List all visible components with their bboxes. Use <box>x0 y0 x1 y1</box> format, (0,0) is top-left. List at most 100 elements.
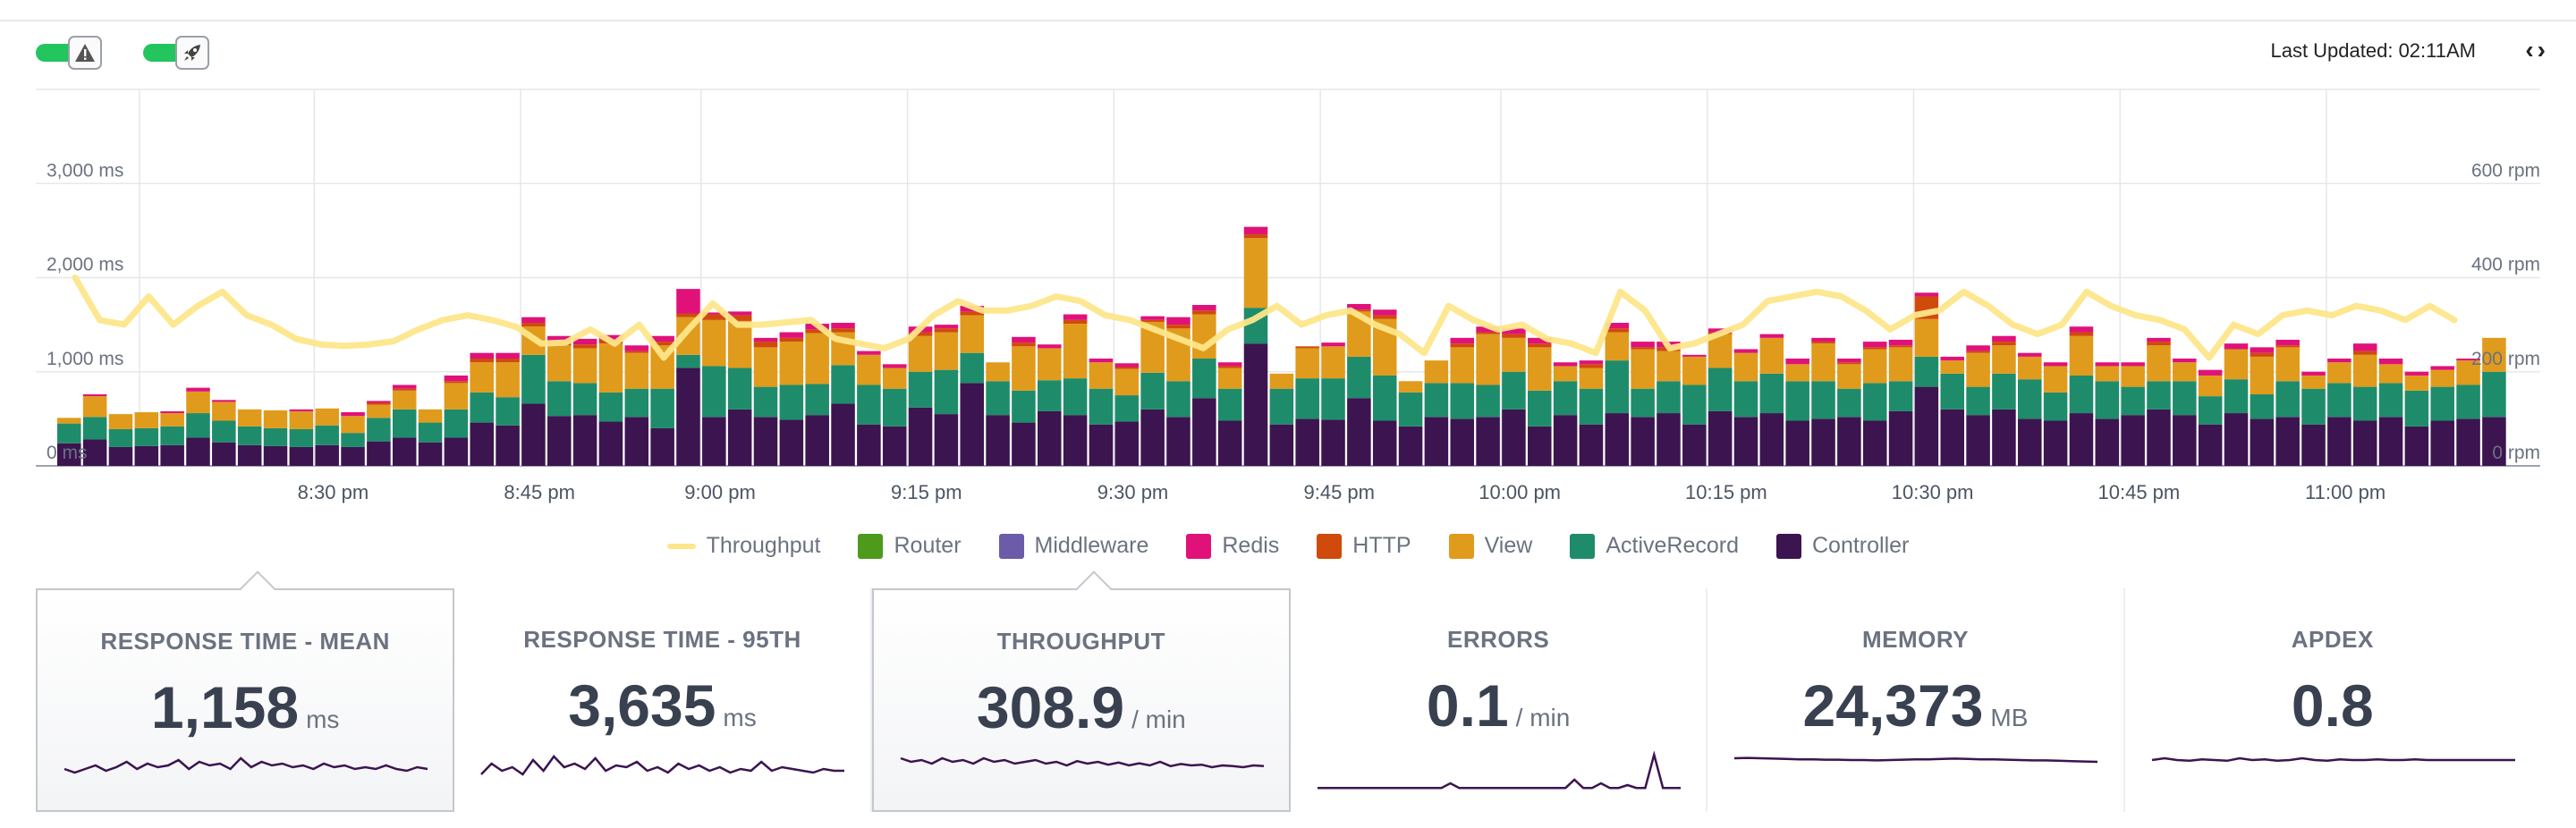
legend-label: ActiveRecord <box>1606 533 1739 558</box>
sparkline-path <box>64 756 428 774</box>
metric-card-response-time-mean[interactable]: RESPONSE TIME - MEAN 1,158 ms <box>36 570 455 812</box>
bar-segment-activerecord <box>1759 373 1784 414</box>
bar-segment-activerecord <box>1605 360 1630 414</box>
legend-item-http[interactable]: HTTP <box>1317 533 1411 559</box>
bar-segment-view <box>1553 366 1578 382</box>
bar-segment-redis <box>82 394 107 397</box>
bar-segment-activerecord <box>160 426 184 445</box>
bar-segment-view <box>2378 364 2403 384</box>
legend-item-controller[interactable]: Controller <box>1776 533 1909 559</box>
bar-segment-http <box>934 328 959 333</box>
metric-unit: / min <box>1515 704 1571 731</box>
metric-value: 0.8 <box>2291 672 2374 739</box>
bar-segment-controller <box>2095 418 2120 466</box>
metric-card-title: MEMORY <box>1861 626 1969 653</box>
bar-segment-controller <box>598 421 623 466</box>
bar-segment-view <box>237 409 262 427</box>
y-right-tick-label: 400 rpm <box>2471 255 2540 275</box>
active-card-notch <box>1075 570 1112 606</box>
bar-segment-view <box>2069 335 2094 376</box>
bar-segment-activerecord <box>1914 356 1939 387</box>
bar-segment-view <box>1862 349 1887 384</box>
bar-segment-redis <box>2173 359 2197 363</box>
bar-segment-controller <box>1579 424 1604 466</box>
bar-segment-activerecord <box>1450 383 1475 419</box>
bar-segment-activerecord <box>1837 388 1861 418</box>
bar-segment-activerecord <box>392 409 417 438</box>
x-tick-label: 11:00 pm <box>2305 481 2385 503</box>
bar-segment-activerecord <box>212 420 236 443</box>
bar-segment-activerecord <box>1733 381 1758 418</box>
bar-segment-activerecord <box>1063 378 1088 416</box>
bar-segment-controller <box>1528 426 1552 466</box>
metric-card-throughput[interactable]: THROUGHPUT 308.9/ min <box>871 570 1291 812</box>
bar-segment-http <box>470 359 495 363</box>
bar-segment-redis <box>1243 226 1268 235</box>
bar-segment-controller <box>289 446 314 466</box>
response-time-chart: 0 ms 1,000 ms 2,000 ms 3,000 ms 0 rpm 200 rpm… <box>36 89 2540 503</box>
bar-segment-activerecord <box>2482 371 2506 418</box>
bar-segment-activerecord <box>1012 390 1036 423</box>
bar-segment-redis <box>1192 305 1216 311</box>
bar-segment-activerecord <box>1089 388 1114 425</box>
metric-value-row: 0.8 <box>2125 672 2540 739</box>
legend-item-view[interactable]: View <box>1448 533 1532 559</box>
bar-segment-controller <box>1682 424 1707 466</box>
bar-segment-controller <box>547 416 572 466</box>
legend-item-activerecord[interactable]: ActiveRecord <box>1570 533 1739 559</box>
bar-segment-activerecord <box>2043 392 2068 421</box>
bar-segment-controller <box>1914 386 1939 466</box>
bar-segment-redis <box>727 311 752 316</box>
bar-segment-activerecord <box>1140 372 1165 410</box>
bar-segment-redis <box>1217 362 1242 367</box>
bar-segment-controller <box>1811 418 1835 466</box>
bar-segment-activerecord <box>289 428 314 447</box>
bar-segment-redis <box>2327 359 2351 363</box>
metric-value: 308.9 <box>976 674 1125 740</box>
bar-segment-activerecord <box>341 433 365 447</box>
metric-card-memory[interactable]: MEMORY 24,373 MB <box>1707 588 2125 812</box>
bar-segment-redis <box>1321 342 1345 347</box>
bar-segment-controller <box>2018 418 2042 466</box>
bar-segment-activerecord <box>934 369 959 415</box>
bar-segment-activerecord <box>57 423 81 444</box>
bar-segment-redis <box>831 323 855 329</box>
bar-segment-view <box>1398 381 1423 393</box>
bar-segment-redis <box>1140 316 1165 320</box>
bar-segment-view <box>1811 343 1835 382</box>
bar-segment-redis <box>1012 336 1036 343</box>
bar-segment-http <box>1372 315 1397 319</box>
legend-item-middleware[interactable]: Middleware <box>998 533 1148 559</box>
bar-segment-redis <box>882 364 907 368</box>
legend-item-router[interactable]: Router <box>858 533 962 559</box>
sparkline <box>1317 751 1681 790</box>
bar-segment-activerecord <box>1785 381 1809 421</box>
x-tick-label: 9:15 pm <box>891 481 962 503</box>
bar-segment-redis <box>779 332 804 338</box>
metric-card-errors[interactable]: ERRORS 0.1/ min <box>1291 588 1708 812</box>
bar-segment-redis <box>186 387 210 392</box>
bar-segment-redis <box>470 352 495 359</box>
bar-segment-activerecord <box>521 354 546 404</box>
bar-segment-activerecord <box>650 388 674 428</box>
bar-segment-activerecord <box>2173 381 2197 416</box>
metric-card-response-time-95th[interactable]: RESPONSE TIME - 95TH 3,635 ms <box>454 588 872 812</box>
x-tick-label: 10:15 pm <box>1685 481 1767 503</box>
bar-segment-http <box>1888 345 1913 348</box>
bar-segment-view <box>882 368 907 389</box>
bar-segment-view <box>2043 366 2068 393</box>
metric-value-row: 3,635 ms <box>454 672 869 739</box>
bar-segment-activerecord <box>1269 388 1294 425</box>
bar-segment-view <box>2275 347 2300 382</box>
bar-segment-controller <box>2147 409 2171 466</box>
bar-segment-http <box>1811 342 1835 344</box>
bar-segment-controller <box>367 441 391 466</box>
bar-segment-view <box>753 347 778 387</box>
bar-segment-activerecord <box>1476 384 1500 418</box>
bar-segment-view <box>1579 368 1604 389</box>
bar-segment-http <box>1631 347 1655 350</box>
legend-item-redis[interactable]: Redis <box>1186 533 1279 559</box>
metric-card-apdex[interactable]: APDEX 0.8 <box>2125 588 2540 812</box>
bar-segment-activerecord <box>676 354 700 368</box>
legend-item-throughput[interactable]: Throughput <box>666 533 820 559</box>
